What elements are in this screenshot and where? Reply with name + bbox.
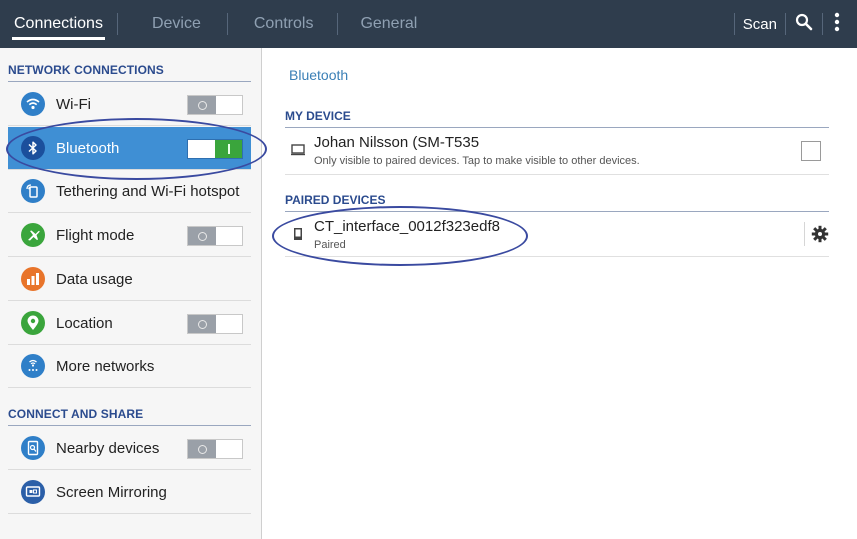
sidebar-item-more-networks[interactable]: More networks [8,345,251,388]
paired-device-name: CT_interface_0012f323edf8 [314,218,500,235]
data-usage-icon [21,267,45,291]
tab-connections-label: Connections [14,15,103,32]
tab-controls-label: Controls [253,15,314,32]
bluetooth-icon [21,136,45,160]
visibility-hint: Only visible to paired devices. Tap to m… [314,155,640,167]
sidebar-item-label: Nearby devices [56,439,160,457]
active-tab-indicator [12,37,105,40]
search-button[interactable] [786,0,822,48]
scan-button[interactable]: Scan [735,0,785,48]
gear-icon[interactable] [811,225,829,248]
sidebar-item-wifi[interactable]: Wi-Fi [8,83,251,126]
tab-general-label: General [360,15,418,32]
breadcrumb: Bluetooth [289,67,349,83]
tab-device-label: Device [151,15,201,32]
network-connections-header: NETWORK CONNECTIONS [8,63,251,82]
sidebar-item-label: Screen Mirroring [56,483,167,501]
detail-pane: Bluetooth MY DEVICE Johan Nilsson (SM-T5… [263,48,857,539]
paired-device-row[interactable]: CT_interface_0012f323edf8 Paired [285,212,829,257]
sidebar-item-label: More networks [56,357,155,375]
wifi-toggle[interactable] [187,95,243,115]
row-divider [804,222,805,246]
sidebar-item-label: Flight mode [56,226,135,244]
screen-mirroring-icon [21,480,45,504]
tablet-icon [291,143,305,161]
tab-controls[interactable]: Controls [246,0,322,48]
location-toggle[interactable] [187,314,243,334]
tab-connections[interactable]: Connections [6,0,111,48]
device-icon [293,227,303,246]
sidebar-item-label: Data usage [56,270,133,288]
nearby-devices-toggle[interactable] [187,439,243,459]
location-icon [21,311,45,335]
paired-devices-header: PAIRED DEVICES [285,193,829,212]
tab-divider [226,13,228,35]
sidebar-item-location[interactable]: Location [8,302,251,345]
bluetooth-toggle[interactable] [187,139,243,159]
sidebar-item-data-usage[interactable]: Data usage [8,258,251,301]
tab-divider [116,13,118,35]
tethering-icon [21,179,45,203]
paired-status: Paired [314,239,346,251]
tab-general[interactable]: General [352,0,425,48]
sidebar-item-label: Bluetooth [56,139,120,157]
action-bar: Connections Device Controls General Scan [0,0,857,48]
connect-and-share-header: CONNECT AND SHARE [8,407,251,426]
sidebar-item-bluetooth[interactable]: Bluetooth [8,127,251,170]
my-device-row[interactable]: Johan Nilsson (SM-T535 Only visible to p… [285,128,829,175]
my-device-header: MY DEVICE [285,109,829,128]
sidebar-item-tethering[interactable]: Tethering and Wi-Fi hotspot [8,170,251,213]
wifi-icon [21,92,45,116]
settings-sidebar: NETWORK CONNECTIONS Wi-Fi Bluetooth Teth… [0,48,262,539]
sidebar-item-flight-mode[interactable]: Flight mode [8,214,251,257]
overflow-menu-icon [834,12,840,37]
overflow-menu-button[interactable] [823,0,851,48]
my-device-name: Johan Nilsson (SM-T535 [314,134,480,151]
sidebar-item-label: Wi-Fi [56,95,91,113]
flight-mode-toggle[interactable] [187,226,243,246]
sidebar-item-nearby-devices[interactable]: Nearby devices [8,427,251,470]
tab-divider [337,13,339,35]
sidebar-item-label: Tethering and Wi-Fi hotspot [56,182,240,200]
airplane-icon [21,223,45,247]
nearby-devices-icon [21,436,45,460]
visibility-checkbox[interactable] [801,141,821,161]
more-networks-icon [21,354,45,378]
sidebar-item-screen-mirroring[interactable]: Screen Mirroring [8,471,251,514]
scan-label: Scan [742,15,777,33]
tab-device[interactable]: Device [144,0,209,48]
sidebar-item-label: Location [56,314,113,332]
search-icon [795,13,813,36]
